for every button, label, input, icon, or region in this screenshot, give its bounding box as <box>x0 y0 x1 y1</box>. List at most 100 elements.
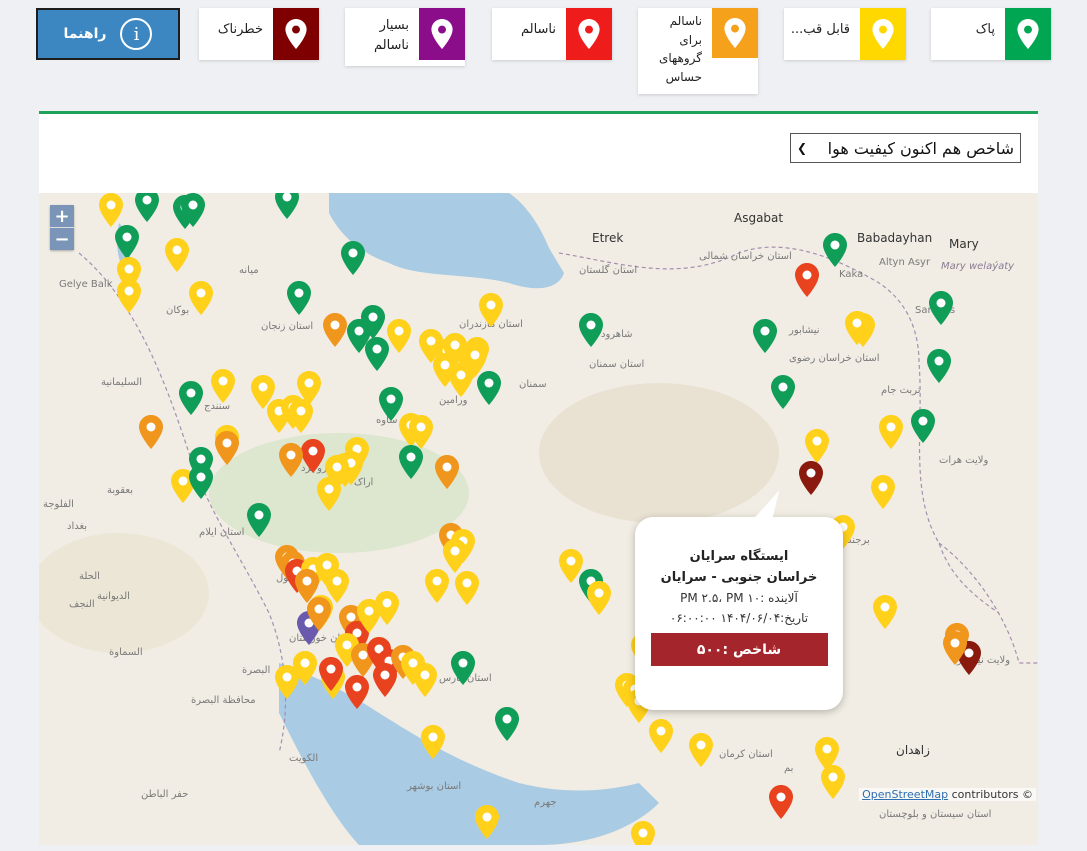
station-pin[interactable] <box>805 429 829 463</box>
station-pin[interactable] <box>247 503 271 537</box>
station-pin[interactable] <box>409 415 433 449</box>
station-pin[interactable] <box>323 313 347 347</box>
station-pin[interactable] <box>495 707 519 741</box>
zoom-control: + − <box>50 205 74 250</box>
station-pin[interactable] <box>165 238 189 272</box>
station-pin[interactable] <box>435 455 459 489</box>
legend-label: قابل قب... <box>790 22 850 37</box>
map-pin-icon <box>927 349 951 383</box>
station-pin[interactable] <box>587 581 611 615</box>
station-pin[interactable] <box>479 293 503 327</box>
station-pin[interactable] <box>421 725 445 759</box>
legend-swatch <box>1005 8 1051 60</box>
station-pin[interactable] <box>769 785 793 819</box>
station-pin[interactable] <box>135 193 159 222</box>
station-pin[interactable] <box>387 319 411 353</box>
help-button[interactable]: راهنما i <box>36 8 180 60</box>
map-label: الفلوجة <box>43 499 74 510</box>
station-pin[interactable] <box>189 281 213 315</box>
osm-link[interactable]: OpenStreetMap <box>862 788 948 801</box>
station-pin[interactable] <box>373 663 397 697</box>
station-pin[interactable] <box>845 311 869 345</box>
popup-pollutant: آلاینده :PM ۲.۵، PM ۱۰ <box>680 591 798 605</box>
station-pin[interactable] <box>929 291 953 325</box>
map-pin-icon <box>139 415 163 449</box>
station-pin[interactable] <box>319 657 343 691</box>
map-pin-icon <box>317 477 341 511</box>
station-pin[interactable] <box>179 381 203 415</box>
station-pin[interactable] <box>823 233 847 267</box>
station-pin[interactable] <box>345 675 369 709</box>
map-pin-icon <box>189 281 213 315</box>
station-pin[interactable] <box>771 375 795 409</box>
station-pin[interactable] <box>287 281 311 315</box>
station-pin[interactable] <box>399 445 423 479</box>
legend-label: پاک <box>975 22 995 37</box>
station-pin[interactable] <box>873 595 897 629</box>
station-pin[interactable] <box>117 279 141 313</box>
map-pin-icon <box>179 381 203 415</box>
station-pin[interactable] <box>139 415 163 449</box>
map-pin-icon <box>771 375 795 409</box>
station-pin[interactable] <box>361 305 385 339</box>
station-pin[interactable] <box>927 349 951 383</box>
station-pin[interactable] <box>375 591 399 625</box>
station-pin[interactable] <box>215 431 239 465</box>
map-pin-icon <box>307 597 331 631</box>
station-pin[interactable] <box>477 371 501 405</box>
station-pin[interactable] <box>579 313 603 347</box>
station-pin[interactable] <box>425 569 449 603</box>
station-pin[interactable] <box>289 399 313 433</box>
station-pin[interactable] <box>799 461 823 495</box>
legend-swatch <box>419 8 465 60</box>
station-pin[interactable] <box>451 651 475 685</box>
station-pin[interactable] <box>279 443 303 477</box>
station-pin[interactable] <box>795 263 819 297</box>
index-select-value: شاخص هم اکنون کیفیت هوا <box>827 138 1014 158</box>
map-pin-icon <box>479 293 503 327</box>
map-label: Etrek <box>592 231 624 245</box>
map-pin-icon <box>579 313 603 347</box>
map-label: استان سیستان و بلوچستان <box>879 809 992 820</box>
station-pin[interactable] <box>689 733 713 767</box>
station-pin[interactable] <box>443 539 467 573</box>
station-pin[interactable] <box>301 439 325 473</box>
station-pin[interactable] <box>189 465 213 499</box>
map-label: جهرم <box>534 797 557 808</box>
map-pin-icon <box>753 319 777 353</box>
station-pin[interactable] <box>275 193 299 219</box>
station-pin[interactable] <box>181 193 205 227</box>
popup-index-badge: شاخص :۵۰۰ <box>650 633 828 666</box>
station-pin[interactable] <box>871 475 895 509</box>
station-pin[interactable] <box>649 719 673 753</box>
index-select[interactable]: شاخص هم اکنون کیفیت هوا ❯ <box>790 133 1021 163</box>
map-label: استان کرمان <box>719 749 773 760</box>
station-pin[interactable] <box>115 225 139 259</box>
station-pin[interactable] <box>475 805 499 839</box>
map-view[interactable]: Asgabat Babadayhan Mary Kaka Altyn Asyr … <box>39 193 1038 845</box>
station-pin[interactable] <box>455 571 479 605</box>
map-pin-icon <box>911 409 935 443</box>
station-pin[interactable] <box>911 409 935 443</box>
station-pin[interactable] <box>307 597 331 631</box>
station-pin[interactable] <box>631 821 655 845</box>
zoom-in-button[interactable]: + <box>50 205 74 227</box>
station-pin[interactable] <box>365 337 389 371</box>
station-pin[interactable] <box>341 241 365 275</box>
station-pin[interactable] <box>413 663 437 697</box>
station-pin[interactable] <box>879 415 903 449</box>
station-pin[interactable] <box>211 369 235 403</box>
map-label: البصرة <box>242 665 271 676</box>
station-pin[interactable] <box>821 765 845 799</box>
map-pin-icon <box>373 663 397 697</box>
zoom-out-button[interactable]: − <box>50 227 74 250</box>
station-pin[interactable] <box>449 363 473 397</box>
map-pin-icon <box>455 571 479 605</box>
station-pin[interactable] <box>99 193 123 227</box>
map-pin-icon <box>795 263 819 297</box>
station-pin[interactable] <box>943 631 967 665</box>
station-pin[interactable] <box>753 319 777 353</box>
station-pin[interactable] <box>317 477 341 511</box>
station-pin[interactable] <box>293 651 317 685</box>
map-pin-icon <box>443 539 467 573</box>
